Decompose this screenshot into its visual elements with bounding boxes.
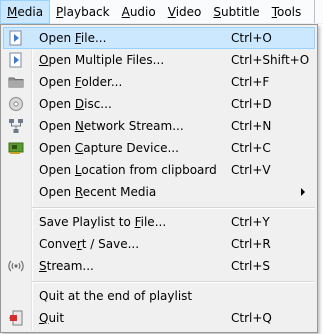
shortcut-label: Ctrl+O (231, 31, 272, 45)
menu-item-open-location-from-clipboard[interactable]: Open Location from clipboard Ctrl+V (3, 159, 315, 181)
menu-item-open-multiple-files[interactable]: Open Multiple Files... Ctrl+Shift+O (3, 49, 315, 71)
menu-item-label: Quit at the end of playlist (39, 289, 193, 303)
menu-media-label: edia (17, 5, 44, 19)
menu-audio-label: udio (129, 5, 156, 19)
menu-item-label: Open Capture Device... (39, 141, 179, 155)
menu-item-open-disc[interactable]: Open Disc... Ctrl+D (3, 93, 315, 115)
menu-item-label: Open Folder... (39, 75, 123, 89)
shortcut-label: Ctrl+F (231, 75, 270, 89)
menu-separator (32, 281, 315, 283)
menu-item-open-capture-device[interactable]: Open Capture Device... Ctrl+C (3, 137, 315, 159)
menu-subtitle-label: ubtitle (221, 5, 260, 19)
menu-item-label: Open Disc... (39, 97, 112, 111)
menu-video[interactable]: Video (162, 0, 208, 24)
play-file-icon (8, 52, 24, 68)
play-file-icon (8, 30, 24, 46)
menu-item-label: Open File... (39, 31, 107, 45)
menu-subtitle-mnemonic: S (213, 5, 221, 19)
menu-media[interactable]: Media (0, 0, 51, 24)
capture-card-icon (8, 140, 24, 156)
menu-separator (32, 207, 315, 209)
menu-item-label: Stream... (39, 259, 94, 273)
menu-tools[interactable]: Tools (266, 0, 308, 24)
menu-item-label: Open Network Stream... (39, 119, 184, 133)
menu-item-label: Save Playlist to File... (39, 215, 167, 229)
shortcut-label: Ctrl+Y (231, 215, 270, 229)
menu-video-mnemonic: V (167, 5, 176, 19)
menu-item-quit-at-end-of-playlist[interactable]: Quit at the end of playlist (3, 285, 315, 307)
menu-playback[interactable]: Playback (50, 0, 116, 24)
menu-item-open-folder[interactable]: Open Folder... Ctrl+F (3, 71, 315, 93)
menu-item-open-recent-media[interactable]: Open Recent Media (3, 181, 315, 203)
stream-icon (8, 258, 24, 274)
shortcut-label: Ctrl+Shift+O (231, 53, 310, 67)
menu-audio-mnemonic: A (121, 5, 130, 19)
menu-item-save-playlist-to-file[interactable]: Save Playlist to File... Ctrl+Y (3, 211, 315, 233)
shortcut-label: Ctrl+V (231, 163, 271, 177)
menu-tools-label: ools (276, 5, 302, 19)
menu-item-label: Open Location from clipboard (39, 163, 217, 177)
menu-item-label: Open Multiple Files... (39, 53, 165, 67)
shortcut-label: Ctrl+N (231, 119, 272, 133)
menu-item-open-network-stream[interactable]: Open Network Stream... Ctrl+N (3, 115, 315, 137)
submenu-arrow-icon (301, 188, 305, 196)
menu-subtitle[interactable]: Subtitle (207, 0, 265, 24)
menu-item-quit[interactable]: Quit Ctrl+Q (3, 307, 315, 329)
menu-item-label: Convert / Save... (39, 237, 140, 251)
folder-icon (8, 74, 24, 90)
menu-item-stream[interactable]: Stream... Ctrl+S (3, 255, 315, 277)
menu-playback-label: layback (63, 5, 110, 19)
menu-video-label: ideo (175, 5, 202, 19)
menu-item-label: Open Recent Media (39, 185, 157, 199)
menu-bar-overflow-edge (314, 0, 323, 23)
menu-bar: Media Playback Audio Video Subtitle Tool… (0, 0, 323, 24)
shortcut-label: Ctrl+R (231, 237, 271, 251)
network-icon (8, 118, 24, 134)
quit-icon (8, 310, 24, 326)
shortcut-label: Ctrl+C (231, 141, 271, 155)
menu-item-open-file[interactable]: Open File... Ctrl+O (3, 27, 315, 49)
menu-item-convert-save[interactable]: Convert / Save... Ctrl+R (3, 233, 315, 255)
media-dropdown-menu: Open File... Ctrl+O Open Multiple Files.… (0, 24, 318, 333)
menu-audio[interactable]: Audio (116, 0, 162, 24)
menu-media-mnemonic: M (7, 5, 18, 19)
shortcut-label: Ctrl+S (231, 259, 271, 273)
disc-icon (8, 96, 24, 112)
shortcut-label: Ctrl+Q (231, 311, 272, 325)
shortcut-label: Ctrl+D (231, 97, 272, 111)
menu-item-label: Quit (39, 311, 65, 325)
